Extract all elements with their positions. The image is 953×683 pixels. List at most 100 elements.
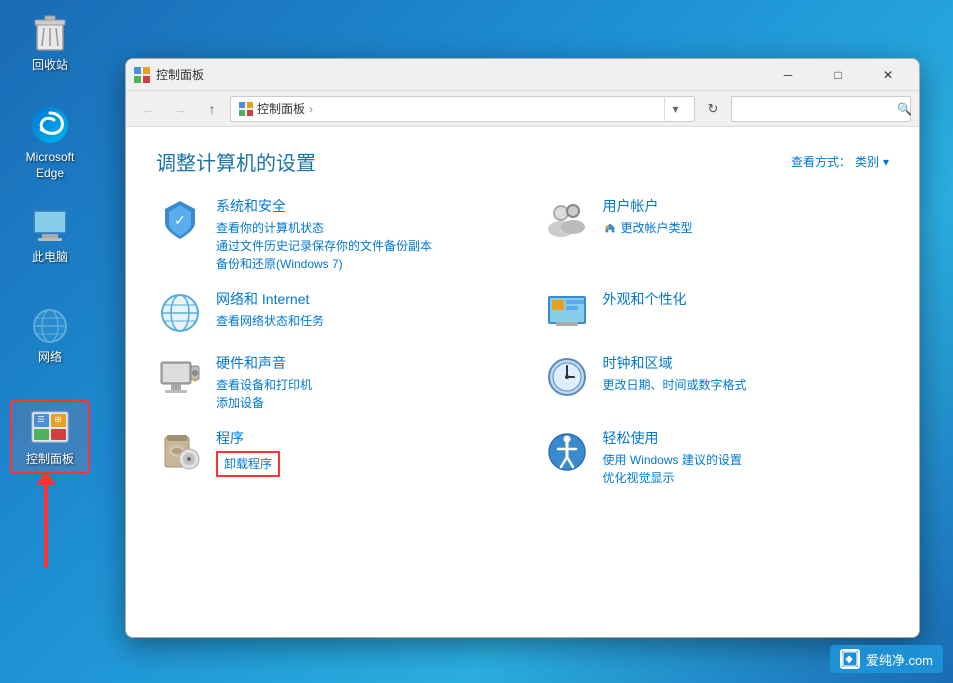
control-panel-window: 控制面板 ─ □ ✕ ← → ↑ 控制面板 › ▾ ↻: [125, 58, 920, 638]
search-box[interactable]: 🔍: [731, 96, 911, 122]
arrow-up-head: [36, 471, 56, 485]
user-accounts-title[interactable]: 用户帐户: [603, 196, 693, 216]
ease-access-sub-0[interactable]: 使用 Windows 建议的设置: [603, 451, 742, 469]
appearance-text: 外观和个性化: [603, 289, 687, 312]
user-accounts-subs: 更改帐户类型: [603, 219, 693, 237]
category-system-security[interactable]: ✓ 系统和安全 查看你的计算机状态 通过文件历史记录保存你的文件备份副本 备份和…: [156, 196, 503, 273]
programs-title[interactable]: 程序: [216, 428, 280, 448]
control-panel-label: 控制面板: [26, 452, 74, 468]
hardware-subs: 查看设备和打印机 添加设备: [216, 376, 312, 412]
address-dropdown[interactable]: ▾: [664, 96, 686, 122]
title-bar: 控制面板 ─ □ ✕: [126, 59, 919, 91]
view-mode-selector[interactable]: 查看方式： 类别 ▾: [791, 153, 889, 170]
programs-text: 程序 卸载程序: [216, 428, 280, 477]
watermark-text: 爱纯净.com: [866, 650, 933, 669]
category-programs[interactable]: 程序 卸载程序: [156, 428, 503, 487]
search-icon: 🔍: [897, 102, 912, 116]
control-panel-desktop-icon[interactable]: ☰ ⊞ 控制面板: [10, 400, 90, 474]
clock-title[interactable]: 时钟和区域: [603, 353, 747, 373]
control-panel-image: ☰ ⊞: [29, 406, 71, 448]
hardware-icon: [156, 353, 204, 401]
category-clock[interactable]: 时钟和区域 更改日期、时间或数字格式: [543, 353, 890, 412]
svg-text:✓: ✓: [174, 212, 186, 228]
address-input[interactable]: 控制面板 › ▾: [230, 96, 695, 122]
window-controls: ─ □ ✕: [765, 59, 911, 91]
system-security-sub-0[interactable]: 查看你的计算机状态: [216, 219, 432, 237]
refresh-button[interactable]: ↻: [699, 96, 727, 122]
network-label: 网络: [38, 350, 62, 366]
svg-text:⊞: ⊞: [55, 415, 62, 424]
system-security-subs: 查看你的计算机状态 通过文件历史记录保存你的文件备份副本 备份和还原(Windo…: [216, 219, 432, 273]
close-button[interactable]: ✕: [865, 59, 911, 91]
watermark-logo: [840, 649, 860, 669]
system-security-sub-1[interactable]: 通过文件历史记录保存你的文件备份副本: [216, 237, 432, 255]
uninstall-highlight[interactable]: 卸载程序: [216, 451, 280, 477]
clock-text: 时钟和区域 更改日期、时间或数字格式: [603, 353, 747, 394]
network-image: [29, 304, 71, 346]
appearance-icon: [543, 289, 591, 337]
network-icon[interactable]: 网络: [10, 300, 90, 370]
system-security-text: 系统和安全 查看你的计算机状态 通过文件历史记录保存你的文件备份副本 备份和还原…: [216, 196, 432, 273]
category-user-accounts[interactable]: 用户帐户 更改帐户类型: [543, 196, 890, 273]
window-icon: [134, 67, 150, 83]
edge-label: MicrosoftEdge: [26, 150, 75, 181]
system-security-sub-2[interactable]: 备份和还原(Windows 7): [216, 255, 432, 273]
svg-text:☰: ☰: [37, 415, 44, 424]
category-ease-access[interactable]: 轻松使用 使用 Windows 建议的设置 优化视觉显示: [543, 428, 890, 487]
category-hardware[interactable]: 硬件和声音 查看设备和打印机 添加设备: [156, 353, 503, 412]
arrow-up: [44, 483, 48, 568]
ease-access-sub-1[interactable]: 优化视觉显示: [603, 469, 742, 487]
recycle-bin-image: [29, 12, 71, 54]
breadcrumb-text: 控制面板: [257, 100, 305, 117]
programs-icon: [156, 428, 204, 476]
system-security-icon: ✓: [156, 196, 204, 244]
minimize-button[interactable]: ─: [765, 59, 811, 91]
hardware-text: 硬件和声音 查看设备和打印机 添加设备: [216, 353, 312, 412]
system-security-title[interactable]: 系统和安全: [216, 196, 432, 216]
thispc-label: 此电脑: [32, 250, 68, 266]
appearance-title[interactable]: 外观和个性化: [603, 289, 687, 309]
forward-button[interactable]: →: [166, 95, 194, 123]
recycle-bin-icon[interactable]: 回收站: [10, 8, 90, 78]
back-button[interactable]: ←: [134, 95, 162, 123]
view-value: 类别: [855, 153, 879, 170]
content-header: 调整计算机的设置 查看方式： 类别 ▾: [156, 147, 889, 176]
programs-sub-0[interactable]: 卸载程序: [224, 455, 272, 473]
view-label: 查看方式：: [791, 153, 851, 170]
network-text: 网络和 Internet 查看网络状态和任务: [216, 289, 324, 330]
edge-image: [29, 104, 71, 146]
ease-access-icon: [543, 428, 591, 476]
breadcrumb-sep: ›: [309, 102, 313, 116]
network-subs: 查看网络状态和任务: [216, 312, 324, 330]
ease-access-title[interactable]: 轻松使用: [603, 428, 742, 448]
user-accounts-text: 用户帐户 更改帐户类型: [603, 196, 693, 237]
network-title[interactable]: 网络和 Internet: [216, 289, 324, 309]
search-input[interactable]: [738, 102, 893, 116]
ease-access-text: 轻松使用 使用 Windows 建议的设置 优化视觉显示: [603, 428, 742, 487]
network-sub-0[interactable]: 查看网络状态和任务: [216, 312, 324, 330]
cp-content: 调整计算机的设置 查看方式： 类别 ▾ ✓ 系统和安全: [126, 127, 919, 637]
up-button[interactable]: ↑: [198, 95, 226, 123]
hardware-title[interactable]: 硬件和声音: [216, 353, 312, 373]
content-title: 调整计算机的设置: [156, 147, 316, 176]
recycle-bin-label: 回收站: [32, 58, 68, 74]
thispc-icon[interactable]: 此电脑: [10, 200, 90, 270]
window-title: 控制面板: [156, 66, 765, 83]
user-accounts-icon: [543, 196, 591, 244]
clock-subs: 更改日期、时间或数字格式: [603, 376, 747, 394]
clock-icon: [543, 353, 591, 401]
ease-access-subs: 使用 Windows 建议的设置 优化视觉显示: [603, 451, 742, 487]
watermark: 爱纯净.com: [830, 645, 943, 673]
programs-subs: 卸载程序: [216, 451, 280, 477]
thispc-image: [29, 204, 71, 246]
edge-icon[interactable]: MicrosoftEdge: [10, 100, 90, 185]
category-network[interactable]: 网络和 Internet 查看网络状态和任务: [156, 289, 503, 337]
address-bar: ← → ↑ 控制面板 › ▾ ↻ 🔍: [126, 91, 919, 127]
hardware-sub-0[interactable]: 查看设备和打印机: [216, 376, 312, 394]
maximize-button[interactable]: □: [815, 59, 861, 91]
hardware-sub-1[interactable]: 添加设备: [216, 394, 312, 412]
user-accounts-sub-0[interactable]: 更改帐户类型: [621, 219, 693, 237]
categories-grid: ✓ 系统和安全 查看你的计算机状态 通过文件历史记录保存你的文件备份副本 备份和…: [156, 196, 889, 487]
clock-sub-0[interactable]: 更改日期、时间或数字格式: [603, 376, 747, 394]
category-appearance[interactable]: 外观和个性化: [543, 289, 890, 337]
